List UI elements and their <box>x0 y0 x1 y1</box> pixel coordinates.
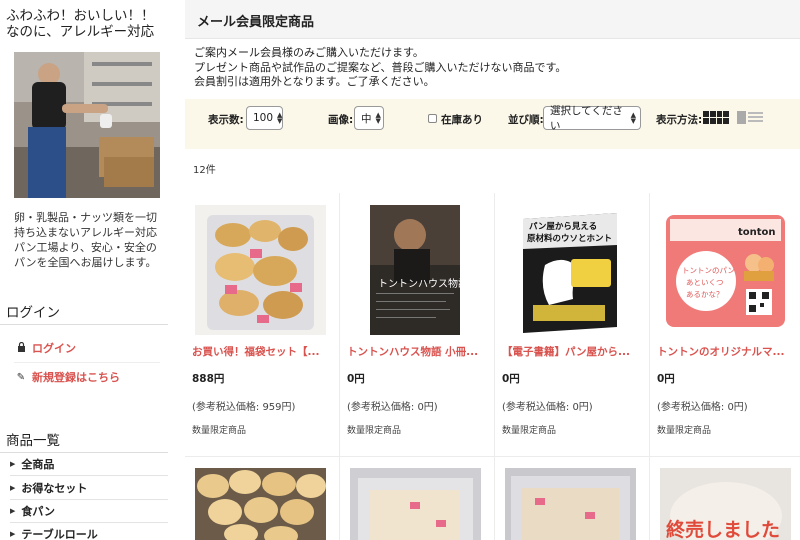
sort-select[interactable]: 選択してください ▲ ▼ <box>543 105 641 132</box>
login-link[interactable]: ログイン <box>16 340 160 356</box>
sort-value: 選択してください <box>550 105 623 132</box>
description-line: パンを全国へお届けします。 <box>14 256 157 269</box>
tagline-line-2: なのに、アレルギー対応 <box>6 24 155 40</box>
magnet-text-line-3: あるかな？ <box>686 290 724 299</box>
product-title[interactable]: 【電子書籍】パン屋から... <box>502 344 645 359</box>
product-ref-price: (参考税込価格: 959円) <box>192 402 296 413</box>
magnet-brand-text: tonton <box>738 227 776 238</box>
caret-right-icon: ▶ <box>10 460 16 468</box>
image-size-select[interactable]: 中 ▲ ▼ <box>354 106 384 130</box>
category-item-table-roll[interactable]: ▶ テーブルロール <box>10 523 168 540</box>
updown-arrows-icon: ▲ ▼ <box>375 111 381 125</box>
category-label: テーブルロール <box>21 528 98 540</box>
result-count: 12件 <box>193 165 216 176</box>
product-card[interactable]: 終売しました <box>650 457 800 540</box>
product-image-ebook[interactable]: パン屋から見える 原材料のウソとホント <box>505 205 636 335</box>
category-item-all[interactable]: ▶ 全商品 <box>10 453 168 476</box>
category-label: お得なセット <box>21 482 88 495</box>
category-item-sets[interactable]: ▶ お得なセット <box>10 477 168 500</box>
category-label: 全商品 <box>21 458 55 471</box>
sold-out-text: 終売しました <box>666 518 780 540</box>
description-line: パン工場より、安心・安全の <box>14 241 157 254</box>
category-heading: 商品一覧 <box>6 433 60 449</box>
view-mode-label: 表示方法: <box>656 114 703 126</box>
product-card[interactable]: トントンハウス物語 トントンハウス物語 小冊... 0円 (参考税込価格: 0円… <box>340 193 495 456</box>
ebook-cover-line-2: 原材料のウソとホント <box>527 233 612 244</box>
product-image-magnet[interactable]: tonton トントンのパン あといくつ あるかな？ <box>660 205 791 335</box>
login-link-label: ログイン <box>32 342 76 355</box>
shop-description: 卵・乳製品・ナッツ類を一切 持ち込まないアレルギー対応 パン工場より、安心・安全… <box>14 210 164 270</box>
product-image-sold-out[interactable]: 終売しました <box>660 468 791 540</box>
product-title[interactable]: お買い得！福袋セット【... <box>192 344 335 359</box>
divider <box>0 324 168 325</box>
caret-right-icon: ▶ <box>10 507 16 515</box>
display-count-label: 表示数: <box>208 114 244 126</box>
updown-arrows-icon: ▲ ▼ <box>277 111 283 125</box>
register-link[interactable]: ✎ 新規登録はこちら <box>16 369 160 385</box>
product-price: 0円 <box>657 373 675 385</box>
image-size-value: 中 <box>361 112 372 125</box>
product-ref-price: (参考税込価格: 0円) <box>502 402 593 413</box>
product-title[interactable]: トントンのオリジナルマ... <box>657 344 800 359</box>
divider <box>14 362 160 363</box>
shop-tagline: ふわふわ！おいしい！！ なのに、アレルギー対応 <box>6 8 182 40</box>
in-stock-label: 在庫あり <box>441 114 483 126</box>
ebook-cover-line-1: パン屋から見える <box>529 221 597 232</box>
caret-right-icon: ▶ <box>10 484 16 492</box>
in-stock-checkbox[interactable] <box>428 114 437 123</box>
intro-line: プレゼント商品や試作品のご提案など、普段ご購入いただけない商品です。 <box>194 60 567 74</box>
category-item-bread[interactable]: ▶ 食パン <box>10 500 168 523</box>
booklet-cover-title: トントンハウス物語 <box>378 277 468 290</box>
product-limited-badge: 数量限定商品 <box>192 426 247 436</box>
product-limited-badge: 数量限定商品 <box>502 426 557 436</box>
register-link-label: 新規登録はこちら <box>32 371 120 384</box>
product-card[interactable]: tonton トントンのパン あといくつ あるかな？ トントンのオリジナルマ..… <box>650 193 800 456</box>
product-title[interactable]: トントンハウス物語 小冊... <box>347 344 490 359</box>
product-card[interactable] <box>340 457 495 540</box>
caret-right-icon: ▶ <box>10 530 16 538</box>
product-price: 0円 <box>502 373 520 385</box>
product-card[interactable] <box>185 457 340 540</box>
magnet-text-line-1: トントンのパン <box>682 266 735 275</box>
product-ref-price: (参考税込価格: 0円) <box>657 402 748 413</box>
product-limited-badge: 数量限定商品 <box>657 426 712 436</box>
main-content: メール会員限定商品 ご案内メール会員様のみご購入いただけます。 プレゼント商品や… <box>185 0 800 540</box>
product-image-booklet[interactable]: トントンハウス物語 <box>350 205 481 335</box>
intro-line: ご案内メール会員様のみご購入いただけます。 <box>194 46 424 59</box>
product-card[interactable]: パン屋から見える 原材料のウソとホント 【電子書籍】パン屋から... 0円 (参… <box>495 193 650 456</box>
image-size-label: 画像: <box>328 114 354 126</box>
product-card[interactable]: お買い得！福袋セット【... 888円 (参考税込価格: 959円) 数量限定商… <box>185 193 340 456</box>
tagline-line-1: ふわふわ！おいしい！！ <box>6 8 155 24</box>
product-image-lucky-bag[interactable] <box>195 205 326 335</box>
lock-icon <box>16 341 26 355</box>
description-line: 持ち込まないアレルギー対応 <box>14 226 157 239</box>
magnet-text-line-2: あといくつ <box>686 278 724 287</box>
page-title: メール会員限定商品 <box>197 15 315 30</box>
sort-label: 並び順: <box>508 114 544 126</box>
pencil-icon: ✎ <box>16 371 26 383</box>
product-image-bagged-bread[interactable] <box>350 468 481 540</box>
category-label: 食パン <box>21 505 55 518</box>
product-price: 0円 <box>347 373 365 385</box>
grid-view-icon[interactable] <box>703 111 729 124</box>
product-card[interactable] <box>495 457 650 540</box>
baker-photo <box>14 52 160 198</box>
product-ref-price: (参考税込価格: 0円) <box>347 402 438 413</box>
listing-toolbar: 表示数: 100 ▲ ▼ 画像: 中 ▲ ▼ 在庫あり 並び順: 選択してください … <box>185 99 800 149</box>
display-count-select[interactable]: 100 ▲ ▼ <box>246 106 283 130</box>
list-view-icon[interactable] <box>737 111 763 124</box>
product-image-bagged-bread[interactable] <box>505 468 636 540</box>
intro-line: 会員割引は適用外となります。ご了承ください。 <box>194 75 435 88</box>
updown-arrows-icon: ▲ ▼ <box>630 111 636 125</box>
login-heading: ログイン <box>6 305 60 321</box>
product-price: 888円 <box>192 373 225 385</box>
description-line: 卵・乳製品・ナッツ類を一切 <box>14 211 157 224</box>
intro-text: ご案内メール会員様のみご購入いただけます。 プレゼント商品や試作品のご提案など、… <box>194 46 566 90</box>
display-count-value: 100 <box>253 112 274 124</box>
page-title-bar: メール会員限定商品 <box>185 0 800 39</box>
product-image-rolls[interactable] <box>195 468 326 540</box>
product-limited-badge: 数量限定商品 <box>347 426 402 436</box>
sidebar: ふわふわ！おいしい！！ なのに、アレルギー対応 卵・乳製品・ナッツ類を一切 持ち… <box>0 0 185 540</box>
